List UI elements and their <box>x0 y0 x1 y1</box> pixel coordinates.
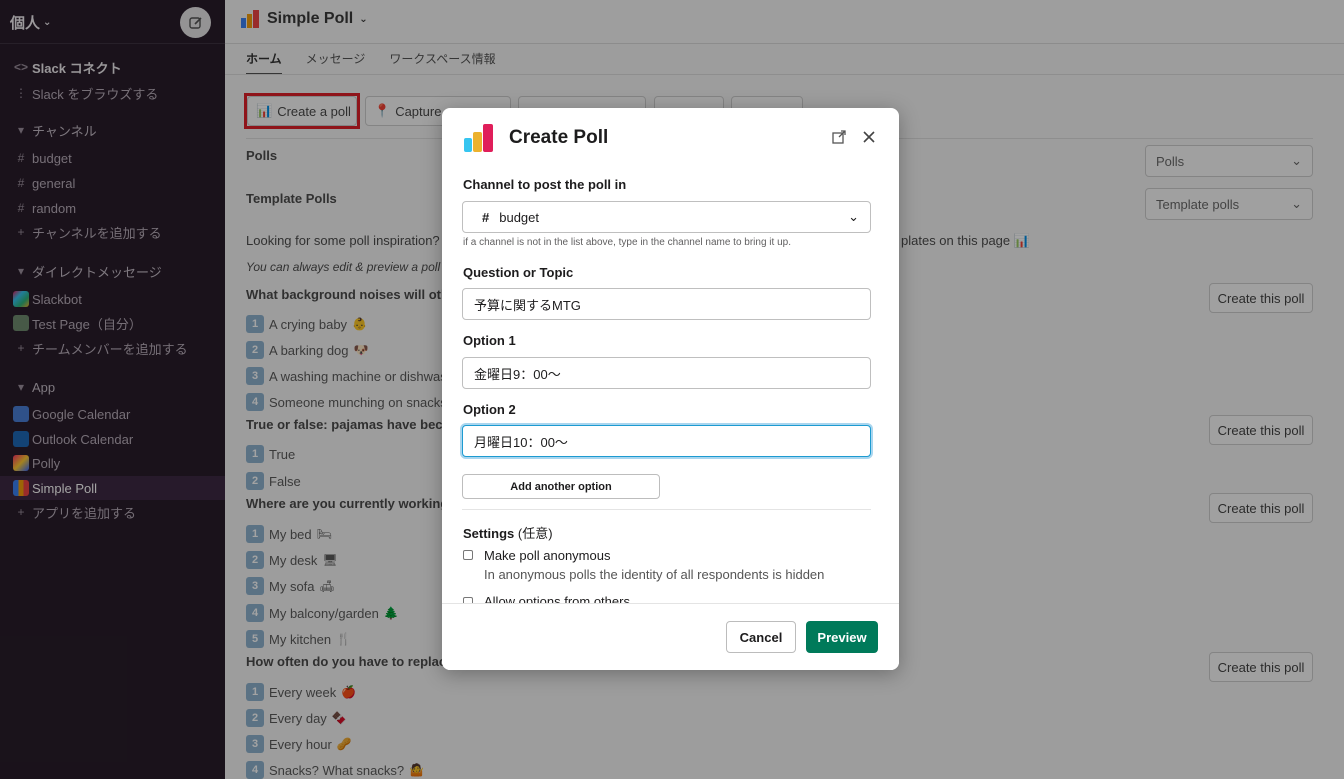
settings-label: Settings (任意) <box>463 523 553 542</box>
simple-poll-logo-icon <box>464 124 493 152</box>
preview-button[interactable]: Preview <box>806 621 878 653</box>
option-1-input[interactable]: 金曜日9：00〜 <box>462 357 871 389</box>
channel-hint: if a channel is not in the list above, t… <box>463 237 791 248</box>
anonymous-checkbox[interactable] <box>463 550 473 560</box>
question-label: Question or Topic <box>463 265 574 280</box>
channel-value-wrap: # budget <box>474 210 539 225</box>
dialog-footer: Cancel Preview <box>442 603 899 670</box>
close-icon[interactable] <box>863 131 875 143</box>
add-another-option-button[interactable]: Add another option <box>462 474 660 499</box>
divider <box>462 509 871 510</box>
option-2-label: Option 2 <box>463 402 516 417</box>
dialog-header: Create Poll <box>442 108 899 172</box>
anonymous-description: In anonymous polls the identity of all r… <box>484 567 825 582</box>
settings-text: Settings <box>463 526 515 541</box>
channel-label: Channel to post the poll in <box>463 177 627 192</box>
dialog-title: Create Poll <box>509 127 609 148</box>
option-1-label: Option 1 <box>463 333 516 348</box>
channel-select[interactable]: # budget ⌄ <box>462 201 871 233</box>
chevron-down-icon: ⌄ <box>848 209 859 224</box>
question-input[interactable]: 予算に関するMTG <box>462 288 871 320</box>
create-poll-dialog: Create Poll Channel to post the poll in … <box>442 108 899 670</box>
external-link-icon[interactable] <box>832 130 846 144</box>
option-2-input[interactable]: 月曜日10：00〜 <box>462 425 871 457</box>
anonymous-label: Make poll anonymous <box>484 548 611 563</box>
hash-icon: # <box>482 209 490 225</box>
settings-optional: (任意) <box>517 526 553 541</box>
cancel-button[interactable]: Cancel <box>726 621 796 653</box>
channel-value: budget <box>499 209 539 225</box>
